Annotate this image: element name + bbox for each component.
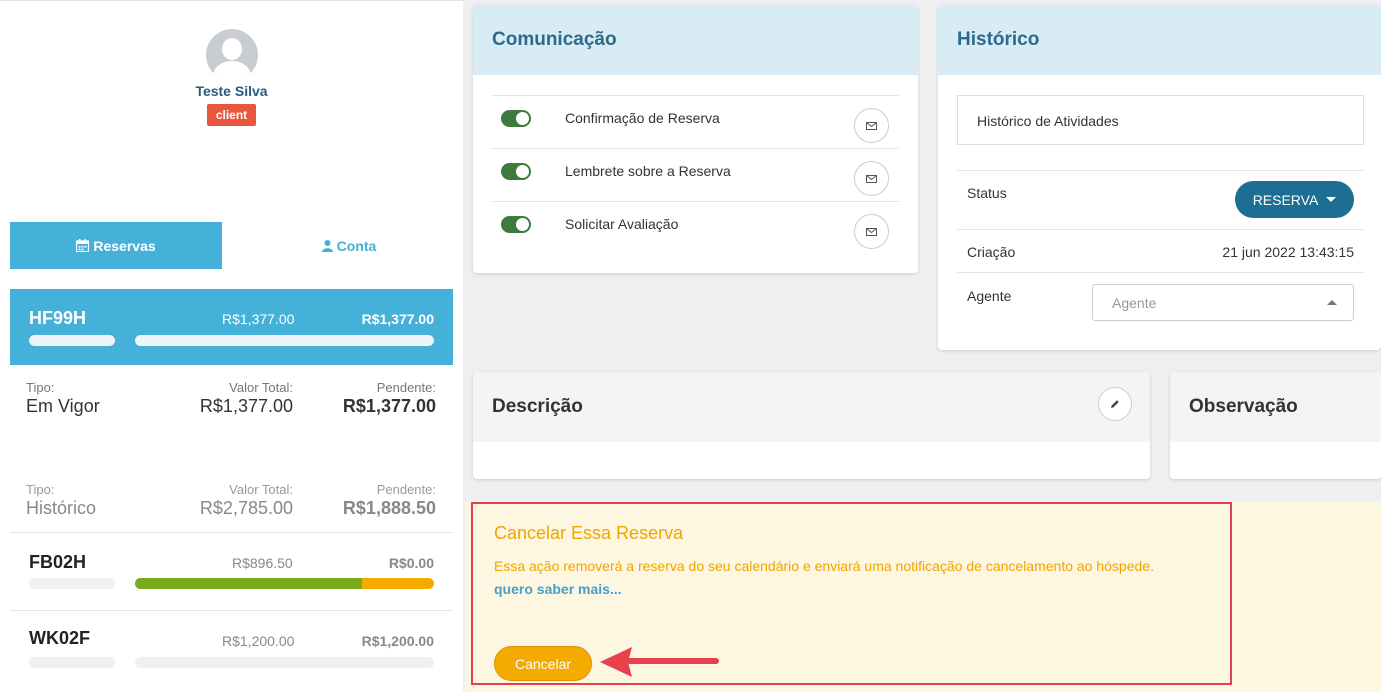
role-badge: client xyxy=(207,104,256,126)
progress-bar xyxy=(135,335,434,346)
status-dropdown-button[interactable]: RESERVA xyxy=(1235,181,1354,218)
toggle-switch[interactable] xyxy=(501,163,531,180)
user-name[interactable]: Teste Silva xyxy=(0,83,463,99)
edit-description-button[interactable] xyxy=(1098,387,1132,421)
reservation-pending: R$0.00 xyxy=(388,555,434,571)
cancel-reservation-button[interactable]: Cancelar xyxy=(494,646,592,681)
reservation-total: R$896.50 xyxy=(232,555,293,571)
calendar-icon xyxy=(76,239,90,252)
avatar-head xyxy=(222,38,242,60)
created-row: Criação 21 jun 2022 13:43:15 xyxy=(957,229,1364,272)
communication-card: Comunicação Confirmação de Reserva Lembr… xyxy=(473,5,918,273)
reservation-total: R$1,377.00 xyxy=(222,311,295,327)
reservation-item-active[interactable]: HF99H R$1,377.00 R$1,377.00 xyxy=(10,289,453,365)
summary-pending-value: R$1,377.00 xyxy=(342,396,436,416)
summary-total-label: Valor Total: xyxy=(229,380,293,395)
summary-type-value: Histórico xyxy=(26,498,97,518)
pencil-icon xyxy=(1111,400,1119,408)
progress-bar-paid xyxy=(135,578,363,589)
user-icon xyxy=(321,239,333,252)
reservation-pending: R$1,200.00 xyxy=(361,633,434,649)
toggle-switch[interactable] xyxy=(501,216,531,233)
created-label: Criação xyxy=(967,244,1016,260)
send-email-button[interactable] xyxy=(854,161,889,196)
summary-pending-label: Pendente: xyxy=(376,482,436,497)
tab-reservas-label: Reservas xyxy=(93,237,156,254)
arrow-pointer-icon xyxy=(600,647,719,677)
history-card: Histórico Histórico de Atividades Status… xyxy=(938,5,1381,350)
caret-down-icon xyxy=(1326,197,1337,202)
activity-history-link[interactable]: Histórico de Atividades xyxy=(957,95,1364,145)
reservation-pending: R$1,377.00 xyxy=(361,311,434,327)
reservation-code: WK02F xyxy=(29,628,91,648)
summary-pending-value: R$1,888.50 xyxy=(342,498,436,518)
status-row: Status RESERVA xyxy=(957,170,1364,229)
cancel-description: Essa ação removerá a reserva do seu cale… xyxy=(494,558,1154,574)
communication-label: Solicitar Avaliação xyxy=(565,216,679,232)
summary-total-label: Valor Total: xyxy=(229,482,293,497)
agent-row: Agente Agente xyxy=(957,272,1364,332)
avatar-body xyxy=(213,61,251,81)
client-panel: Teste Silva client Reservas Conta HF99H … xyxy=(0,0,463,692)
communication-item: Lembrete sobre a Reserva xyxy=(492,148,899,201)
summary-type-value: Em Vigor xyxy=(26,396,100,416)
tab-conta[interactable]: Conta xyxy=(243,222,455,269)
cancel-title: Cancelar Essa Reserva xyxy=(494,523,684,543)
agent-select[interactable]: Agente xyxy=(1092,284,1354,321)
description-card: Descrição xyxy=(473,372,1150,479)
progress-bar-short xyxy=(29,335,115,346)
reservation-code: FB02H xyxy=(29,552,87,572)
history-title: Histórico xyxy=(938,5,1381,75)
avatar xyxy=(206,29,258,81)
agent-label: Agente xyxy=(967,288,1012,304)
reservation-code: HF99H xyxy=(29,308,87,328)
learn-more-link[interactable]: quero saber mais... xyxy=(494,581,622,597)
observation-title: Observação xyxy=(1170,372,1381,442)
send-email-button[interactable] xyxy=(854,108,889,143)
summary-type-label: Tipo: xyxy=(26,380,55,395)
send-email-button[interactable] xyxy=(854,214,889,249)
toggle-switch[interactable] xyxy=(501,110,531,127)
observation-card: Observação xyxy=(1170,372,1381,479)
envelope-icon xyxy=(866,121,877,130)
reservation-item[interactable]: FB02H R$896.50 R$0.00 xyxy=(10,532,453,610)
summary-total-value: R$2,785.00 xyxy=(199,498,293,518)
agent-placeholder: Agente xyxy=(1112,295,1157,311)
status-label: Status xyxy=(967,185,1007,201)
tab-conta-label: Conta xyxy=(336,237,377,254)
communication-title: Comunicação xyxy=(473,5,918,75)
progress-bar-short xyxy=(29,578,115,589)
communication-item: Confirmação de Reserva xyxy=(492,95,899,148)
communication-item: Solicitar Avaliação xyxy=(492,201,899,254)
summary-total-value: R$1,377.00 xyxy=(199,396,293,416)
summary-type-label: Tipo: xyxy=(26,482,55,497)
caret-up-icon xyxy=(1327,300,1337,305)
envelope-icon xyxy=(866,174,877,183)
reservation-item[interactable]: WK02F R$1,200.00 R$1,200.00 xyxy=(10,610,453,688)
description-title: Descrição xyxy=(473,372,1150,442)
created-value: 21 jun 2022 13:43:15 xyxy=(1222,244,1354,260)
communication-label: Confirmação de Reserva xyxy=(565,110,720,126)
communication-label: Lembrete sobre a Reserva xyxy=(565,163,731,179)
tab-reservas[interactable]: Reservas xyxy=(10,222,222,269)
progress-bar xyxy=(135,578,434,589)
summary-pending-label: Pendente: xyxy=(376,380,436,395)
status-value: RESERVA xyxy=(1252,191,1319,208)
envelope-icon xyxy=(866,227,877,236)
progress-bar-short xyxy=(29,657,115,668)
cancel-highlight-box: Cancelar Essa Reserva Essa ação removerá… xyxy=(471,502,1232,685)
progress-bar xyxy=(135,657,434,668)
reservation-total: R$1,200.00 xyxy=(222,633,295,649)
summary-current: Tipo: Em Vigor Valor Total: R$1,377.00 P… xyxy=(26,380,436,440)
